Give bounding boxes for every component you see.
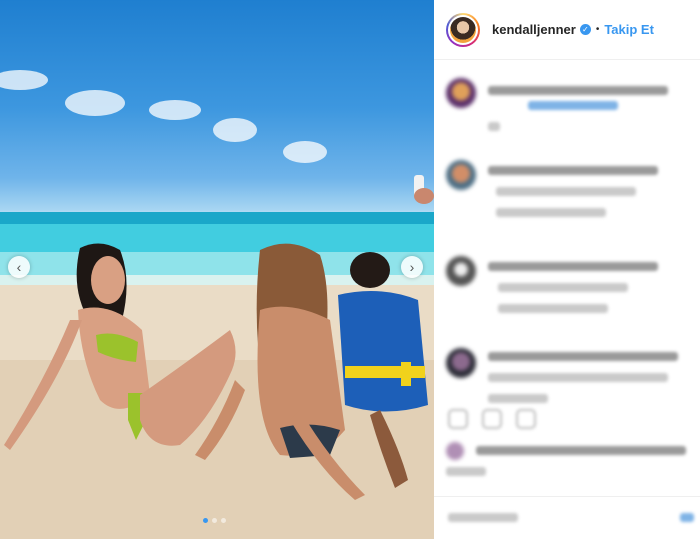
post-photo[interactable]: ‹ › xyxy=(0,0,434,539)
comment-icon[interactable] xyxy=(482,409,502,429)
commenter-avatar xyxy=(446,78,476,108)
like-icon[interactable] xyxy=(448,409,468,429)
carousel-dot xyxy=(212,518,217,523)
carousel-dot xyxy=(221,518,226,523)
post-header: kendalljenner ✓ • Takip Et xyxy=(434,0,700,60)
blurred-comment xyxy=(446,78,668,143)
commenter-avatar xyxy=(446,348,476,378)
carousel-dot xyxy=(203,518,208,523)
username-link[interactable]: kendalljenner xyxy=(492,22,576,37)
chevron-right-icon: › xyxy=(409,259,415,275)
verified-badge-icon: ✓ xyxy=(579,24,591,35)
blurred-comment xyxy=(446,256,658,325)
previous-slide-button[interactable]: ‹ xyxy=(8,256,30,278)
commenter-avatar xyxy=(446,160,476,190)
chevron-left-icon: ‹ xyxy=(16,259,22,275)
avatar[interactable] xyxy=(446,12,480,47)
post-side-panel: kendalljenner ✓ • Takip Et xyxy=(434,0,700,539)
follow-button[interactable]: Takip Et xyxy=(604,22,654,37)
add-comment-area[interactable] xyxy=(434,496,700,539)
share-icon[interactable] xyxy=(516,409,536,429)
commenter-avatar xyxy=(446,256,476,286)
next-slide-button[interactable]: › xyxy=(401,256,423,278)
post-actions xyxy=(448,409,536,429)
blurred-comment xyxy=(446,348,678,415)
avatar-image xyxy=(450,16,476,43)
carousel-indicator xyxy=(203,518,226,523)
separator-dot: • xyxy=(595,24,600,35)
blurred-likes-line xyxy=(446,442,686,488)
beach-photo-scene xyxy=(0,70,434,539)
blurred-comment xyxy=(446,160,658,229)
